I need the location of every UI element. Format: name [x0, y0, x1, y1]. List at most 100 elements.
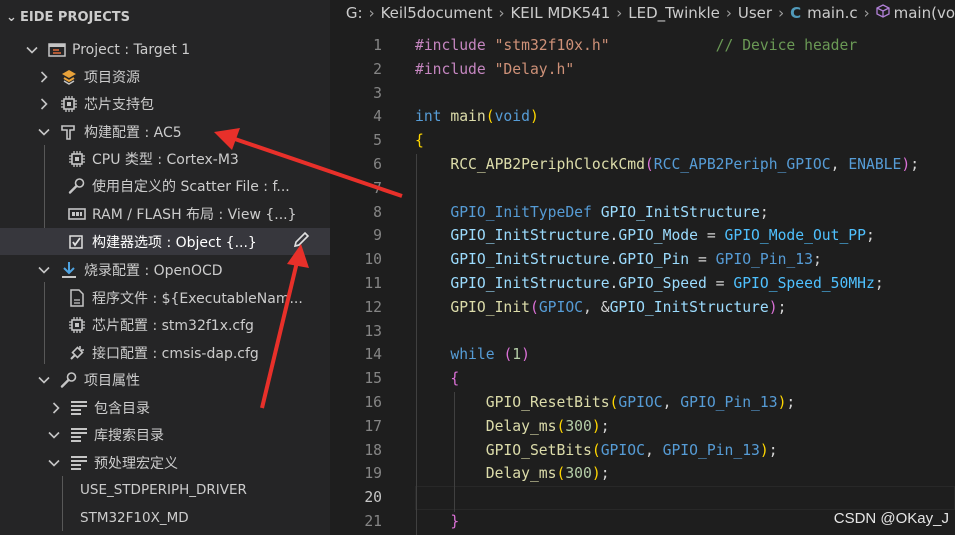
code-token: GPIO_Pin_13: [662, 441, 760, 459]
code-token: GPIO_Init: [450, 298, 530, 316]
edit-button[interactable]: [290, 231, 312, 253]
chevron-down-icon: [36, 372, 52, 388]
code-line[interactable]: 10 GPIO_InitStructure.GPIO_Pin = GPIO_Pi…: [330, 248, 955, 272]
code-token: GPIO_Speed_50MHz: [733, 275, 875, 292]
line-number: 7: [373, 179, 382, 197]
breadcrumb-item[interactable]: main(vo: [894, 4, 955, 22]
tree-item-chip-config[interactable]: 芯片配置 : stm32f1x.cfg: [0, 311, 330, 338]
chevron-right-icon: ›: [616, 4, 623, 22]
line-number: 17: [364, 417, 382, 435]
tree-item-chip-support[interactable]: 芯片支持包: [0, 90, 330, 117]
sidebar-title[interactable]: ⌄ EIDE PROJECTS: [6, 10, 130, 25]
code-line[interactable]: 12 GPIO_Init(GPIOC, &GPIO_InitStructure)…: [330, 296, 955, 320]
code-token: GPIO_Pin_13: [715, 251, 813, 269]
breadcrumb-item[interactable]: KEIL MDK541: [510, 4, 610, 22]
tree-item-cpu-type[interactable]: CPU 类型 : Cortex-M3: [0, 145, 330, 172]
breadcrumb: G: › Keil5document › KEIL MDK541 › LED_Twin…: [330, 0, 955, 26]
code-token: =: [706, 275, 734, 292]
code-line[interactable]: 20: [330, 486, 955, 510]
tree-item-builder-options[interactable]: 构建器选项 : Object {...}: [0, 228, 330, 255]
code-line[interactable]: 2 #include "Delay.h": [330, 58, 955, 82]
memory-icon: [68, 205, 86, 223]
breadcrumb-item[interactable]: main.c: [807, 4, 858, 22]
code-line[interactable]: 14 while (1): [330, 343, 955, 367]
tree-item-scatter-file[interactable]: 使用自定义的 Scatter File : f...: [0, 172, 330, 199]
tree-item-label: Project : Target 1: [72, 41, 191, 58]
code-line[interactable]: 16 GPIO_ResetBits(GPIOC, GPIO_Pin_13);: [330, 391, 955, 415]
code-token: ,: [644, 441, 663, 459]
chevron-down-icon: ⌄: [6, 10, 17, 25]
code-line[interactable]: 11 GPIO_InitStructure.GPIO_Speed = GPIO_…: [330, 272, 955, 296]
code-text: }: [415, 510, 459, 534]
code-token: , &: [583, 298, 610, 316]
code-token: GPIO_Pin: [618, 251, 690, 269]
tree-item-project[interactable]: Project : Target 1: [0, 36, 330, 63]
tree-item-flash-config[interactable]: 烧录配置 : OpenOCD: [0, 256, 330, 283]
code-token: int: [415, 108, 451, 126]
chevron-down-icon: [36, 124, 52, 140]
code-token: // Device header: [609, 37, 858, 54]
code-line[interactable]: 5{: [330, 129, 955, 153]
tree-item-project-properties[interactable]: 项目属性: [0, 366, 330, 393]
breadcrumb-item[interactable]: LED_Twinkle: [628, 4, 720, 22]
code-text: {: [415, 367, 459, 391]
code-token: ;: [768, 441, 778, 459]
code-line[interactable]: 17 Delay_ms(300);: [330, 415, 955, 439]
chevron-right-icon: [36, 69, 52, 85]
code-line[interactable]: 6 RCC_APB2PeriphClockCmd(RCC_APB2Periph_…: [330, 153, 955, 177]
breadcrumb-item[interactable]: G:: [346, 4, 363, 22]
tree-item-define[interactable]: STM32F10X_MD: [0, 504, 330, 531]
code-token: ): [768, 298, 778, 316]
breadcrumb-item[interactable]: User: [738, 4, 772, 22]
line-number: 14: [364, 346, 382, 364]
code-text: int main(void): [415, 105, 539, 129]
code-editor[interactable]: G: › Keil5document › KEIL MDK541 › LED_Twin…: [330, 0, 955, 535]
tree-item-include-dirs[interactable]: 包含目录: [0, 394, 330, 421]
tree-item-label: RAM / FLASH 布局 : View {...}: [92, 206, 297, 223]
tree-item-program-file[interactable]: 程序文件 : ${ExecutableNam...: [0, 284, 330, 311]
code-line[interactable]: 18 GPIO_SetBits(GPIOC, GPIO_Pin_13);: [330, 439, 955, 463]
code-token: 300: [565, 465, 592, 483]
code-line[interactable]: 3: [330, 82, 955, 106]
tree-item-preprocessor-defines[interactable]: 预处理宏定义: [0, 449, 330, 476]
code-token: RCC_APB2Periph_GPIOC: [653, 156, 831, 173]
tree-item-label: 芯片配置 : stm32f1x.cfg: [92, 317, 254, 334]
tree-item-lib-search-dirs[interactable]: 库搜索目录: [0, 421, 330, 448]
tree-item-define[interactable]: USE_STDPERIPH_DRIVER: [0, 476, 330, 503]
code-line[interactable]: 19 Delay_ms(300);: [330, 462, 955, 486]
code-line[interactable]: 15 {: [330, 367, 955, 391]
file-icon: [68, 288, 86, 307]
code-line[interactable]: 4 int main(void): [330, 105, 955, 129]
code-line[interactable]: 7: [330, 177, 955, 201]
code-token: while: [450, 346, 504, 364]
code-token: GPIO_Speed: [618, 275, 707, 292]
code-token: ): [759, 441, 769, 459]
breadcrumb-item[interactable]: Keil5document: [381, 4, 493, 22]
line-number: 1: [373, 37, 382, 54]
tree-item-label: 库搜索目录: [94, 427, 164, 444]
chevron-down-icon: [36, 262, 52, 278]
tree-item-interface-config[interactable]: 接口配置 : cmsis-dap.cfg: [0, 339, 330, 366]
code-text: #include "stm32f10x.h" // Device header: [415, 34, 857, 58]
code-line[interactable]: 8 GPIO_InitTypeDef GPIO_InitStructure;: [330, 201, 955, 225]
tree-item-project-resources[interactable]: 项目资源: [0, 63, 330, 90]
code-token: ;: [600, 465, 610, 483]
chevron-right-icon: ›: [725, 4, 732, 22]
code-token: main: [450, 108, 486, 126]
tree-item-ram-flash-layout[interactable]: RAM / FLASH 布局 : View {...}: [0, 200, 330, 227]
code-token: (: [485, 108, 495, 126]
code-text: GPIO_InitStructure.GPIO_Pin = GPIO_Pin_1…: [415, 248, 821, 272]
chevron-right-icon: ›: [368, 4, 375, 22]
code-token: void: [494, 108, 530, 126]
code-line[interactable]: 1 #include "stm32f10x.h" // Device header: [330, 34, 955, 58]
tree-item-label: 构建配置 : AC5: [84, 124, 182, 141]
chip-icon: [60, 95, 78, 113]
code-line[interactable]: 9 GPIO_InitStructure.GPIO_Mode = GPIO_Mo…: [330, 224, 955, 248]
code-token: {: [415, 132, 424, 150]
code-line[interactable]: 13: [330, 320, 955, 344]
tree-item-build-config[interactable]: 构建配置 : AC5: [0, 118, 330, 145]
code-text: GPIO_InitStructure.GPIO_Mode = GPIO_Mode…: [415, 224, 874, 248]
line-number: 18: [364, 441, 382, 459]
